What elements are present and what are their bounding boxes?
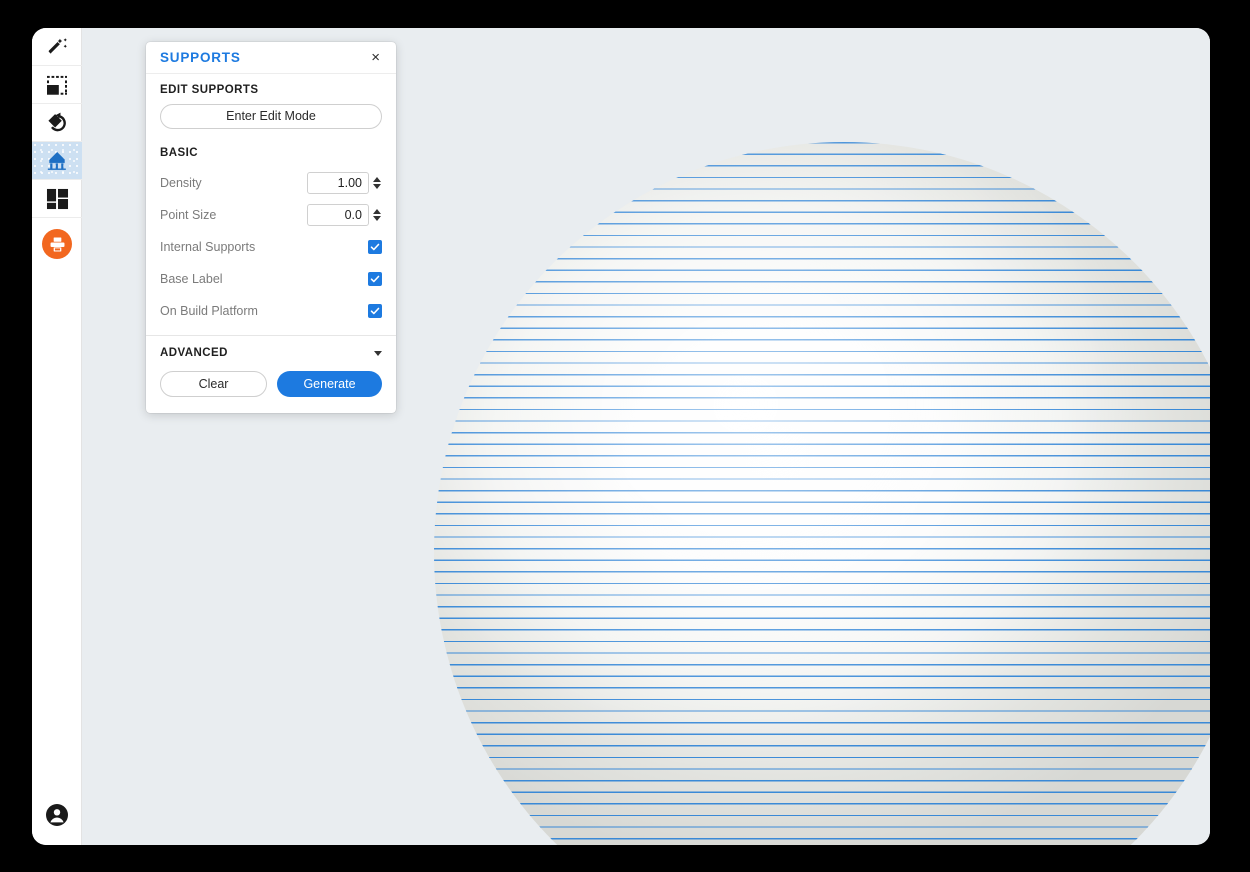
panel-body: EDIT SUPPORTS Enter Edit Mode BASIC Dens… — [146, 74, 396, 327]
section-label-advanced: ADVANCED — [160, 347, 228, 359]
check-icon — [370, 242, 380, 252]
density-label: Density — [160, 176, 202, 190]
point-size-spinner[interactable] — [372, 209, 382, 221]
page-title: SUPPORTS — [160, 50, 241, 65]
toolbar-spacer — [32, 267, 81, 789]
panel-header: SUPPORTS × — [146, 42, 396, 74]
generate-button[interactable]: Generate — [277, 371, 382, 397]
sidebar-item-orient[interactable] — [32, 104, 82, 142]
chevron-down-icon[interactable] — [373, 184, 381, 189]
check-icon — [370, 306, 380, 316]
base-label-checkbox[interactable] — [368, 272, 382, 286]
spacer — [160, 129, 382, 147]
chevron-down-icon[interactable] — [373, 216, 381, 221]
section-label-basic: BASIC — [160, 147, 382, 159]
3d-viewport[interactable]: SUPPORTS × EDIT SUPPORTS Enter Edit Mode… — [82, 28, 1210, 845]
density-stepper[interactable] — [307, 172, 382, 194]
account-avatar-icon — [45, 803, 69, 832]
chevron-down-icon[interactable] — [374, 351, 382, 356]
density-input[interactable] — [307, 172, 369, 194]
advanced-section-toggle[interactable]: ADVANCED — [146, 336, 396, 359]
close-icon[interactable]: × — [369, 48, 382, 67]
internal-supports-checkbox[interactable] — [368, 240, 382, 254]
support-scan-lines — [434, 142, 1210, 845]
app-window: SUPPORTS × EDIT SUPPORTS Enter Edit Mode… — [32, 28, 1210, 845]
selection-marquee-icon — [46, 75, 68, 95]
chevron-up-icon[interactable] — [373, 209, 381, 214]
section-label-edit-supports: EDIT SUPPORTS — [160, 84, 382, 96]
account-button[interactable] — [32, 789, 82, 845]
supports-panel: SUPPORTS × EDIT SUPPORTS Enter Edit Mode… — [146, 42, 396, 413]
layout-grid-icon — [46, 188, 69, 210]
sidebar-item-select[interactable] — [32, 66, 82, 104]
base-label-label: Base Label — [160, 272, 223, 286]
point-size-input[interactable] — [307, 204, 369, 226]
left-toolbar — [32, 28, 82, 845]
field-row-density: Density — [160, 167, 382, 199]
point-size-label: Point Size — [160, 208, 216, 222]
sidebar-item-supports[interactable] — [32, 142, 82, 180]
point-size-stepper[interactable] — [307, 204, 382, 226]
on-build-platform-checkbox[interactable] — [368, 304, 382, 318]
internal-supports-label: Internal Supports — [160, 240, 255, 254]
toggle-row-base-label: Base Label — [160, 263, 382, 295]
sidebar-item-print[interactable] — [32, 221, 82, 267]
print-job-icon — [42, 229, 72, 259]
panel-footer: Clear Generate — [146, 359, 396, 411]
sidebar-item-magic-wand[interactable] — [32, 28, 82, 66]
clear-button[interactable]: Clear — [160, 371, 267, 397]
sidebar-item-layout[interactable] — [32, 180, 82, 218]
toggle-row-internal-supports: Internal Supports — [160, 231, 382, 263]
orient-rotate-icon — [46, 112, 69, 134]
density-spinner[interactable] — [372, 177, 382, 189]
chevron-up-icon[interactable] — [373, 177, 381, 182]
on-build-platform-label: On Build Platform — [160, 304, 258, 318]
sphere-model[interactable] — [434, 142, 1210, 845]
toggle-row-on-build-platform: On Build Platform — [160, 295, 382, 327]
magic-wand-icon — [46, 36, 68, 58]
supports-icon — [45, 150, 69, 172]
check-icon — [370, 274, 380, 284]
field-row-point-size: Point Size — [160, 199, 382, 231]
enter-edit-mode-button[interactable]: Enter Edit Mode — [160, 104, 382, 129]
